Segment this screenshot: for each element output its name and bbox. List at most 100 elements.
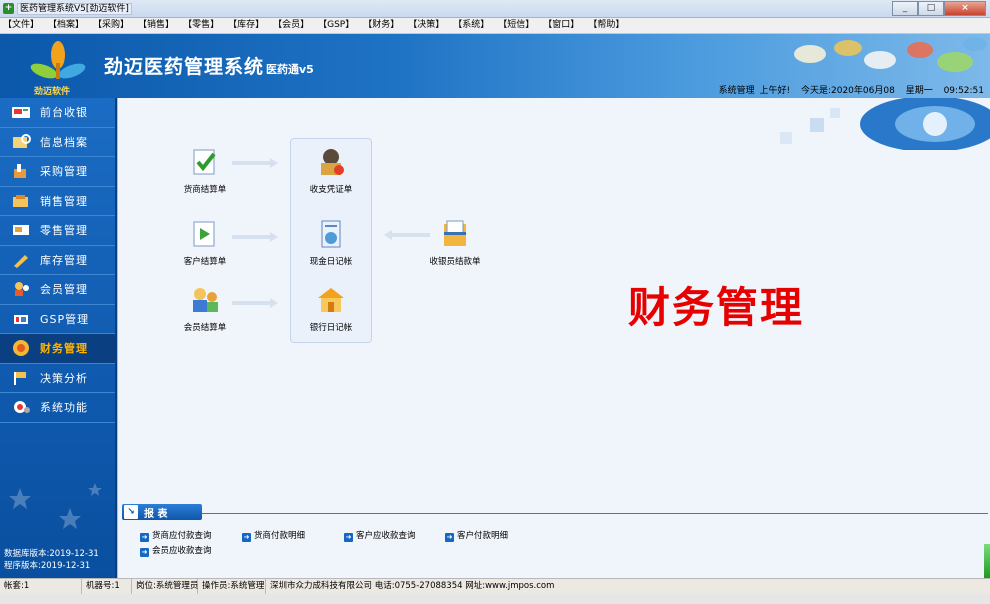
- pills-decoration: [794, 37, 987, 72]
- menu-system[interactable]: 【系统】: [453, 18, 489, 33]
- sidebar-item-label: 系统功能: [40, 401, 88, 415]
- sidebar-item-label: GSP管理: [40, 312, 90, 326]
- sidebar-item-label: 销售管理: [40, 194, 88, 208]
- flow-supplier-settlement[interactable]: 货商结算单: [160, 146, 250, 195]
- node-label: 现金日记帐: [309, 257, 353, 267]
- page-title: 财务管理: [628, 283, 805, 332]
- node-label: 收支凭证单: [309, 185, 353, 195]
- report-link-label: 客户付款明细: [457, 531, 509, 541]
- current-time: 09:52:51: [943, 86, 984, 96]
- menu-bar: 【文件】 【档案】 【采购】 【销售】 【零售】 【库存】 【会员】 【GSP】…: [0, 18, 990, 34]
- flow-member-settlement[interactable]: 会员结算单: [160, 284, 250, 333]
- inventory-icon: [10, 251, 32, 269]
- report-tab-label: 报 表: [144, 508, 168, 520]
- report-link-customer-payment-detail[interactable]: ➜ 客户付款明细: [445, 529, 508, 542]
- menu-gsp[interactable]: 【GSP】: [318, 18, 354, 33]
- report-link-label: 客户应收款查询: [356, 531, 416, 541]
- sidebar-item-label: 库存管理: [40, 253, 88, 267]
- menu-help[interactable]: 【帮助】: [588, 18, 624, 33]
- sidebar-item-label: 会员管理: [40, 283, 88, 297]
- sidebar-item-member[interactable]: 会员管理: [0, 275, 115, 305]
- menu-sms[interactable]: 【短信】: [498, 18, 534, 33]
- header-banner: 劲迈软件 劲迈医药管理系统 医药通v5 系统管理 上午好! 今天是:2020年06…: [0, 34, 990, 98]
- report-link-supplier-payable[interactable]: ➜ 货商应付款查询: [140, 529, 212, 542]
- report-link-member-receivable[interactable]: ➜ 会员应收款查询: [140, 544, 212, 557]
- sidebar-item-archive[interactable]: 信息档案: [0, 128, 115, 157]
- sidebar-item-purchase[interactable]: 采购管理: [0, 157, 115, 187]
- flow-voucher[interactable]: 收支凭证单: [286, 146, 376, 195]
- header-decoration: [750, 98, 990, 150]
- sidebar-item-inventory[interactable]: 库存管理: [0, 246, 115, 275]
- flow-cashier-settlement[interactable]: 收银员结款单: [410, 218, 500, 267]
- window-controls: _ □ ×: [892, 1, 986, 16]
- brand-name: 劲迈医药管理系统: [104, 56, 265, 78]
- current-weekday: 星期一: [905, 86, 933, 96]
- link-arrow-icon: ➜: [140, 533, 149, 542]
- current-user: 系统管理: [718, 86, 755, 96]
- member-settlement-icon: [193, 288, 218, 312]
- window-title: 医药管理系统V5[劲迈软件]: [17, 3, 132, 15]
- brand-title: 劲迈医药管理系统 医药通v5: [104, 52, 314, 79]
- flow-bank-journal[interactable]: 银行日记帐: [286, 284, 376, 333]
- sidebar-item-cashier[interactable]: 前台收银: [0, 98, 115, 128]
- report-link-customer-receivable[interactable]: ➜ 客户应收款查询: [344, 529, 416, 542]
- menu-sales[interactable]: 【销售】: [138, 18, 174, 33]
- sidebar-item-label: 前台收银: [40, 106, 88, 120]
- link-arrow-icon: ➜: [140, 548, 149, 557]
- sidebar-item-finance[interactable]: 财务管理: [0, 334, 115, 364]
- archive-icon: [10, 133, 32, 151]
- purchase-icon: [10, 162, 32, 180]
- flow-customer-settlement[interactable]: 客户结算单: [160, 218, 250, 267]
- status-company: 深圳市众力成科技有限公司 电话:0755-27088354 网址:www.jmp…: [270, 581, 555, 591]
- sidebar-item-sales[interactable]: 销售管理: [0, 187, 115, 216]
- menu-retail[interactable]: 【零售】: [183, 18, 219, 33]
- sidebar-item-label: 决策分析: [40, 371, 88, 385]
- menu-decision[interactable]: 【决策】: [408, 18, 444, 33]
- link-arrow-icon: ➜: [445, 533, 454, 542]
- sidebar-item-label: 采购管理: [40, 165, 88, 179]
- sidebar-item-system[interactable]: 系统功能: [0, 393, 115, 423]
- close-button[interactable]: ×: [944, 1, 986, 16]
- report-link-supplier-payment-detail[interactable]: ➜ 货商付款明细: [242, 529, 305, 542]
- header-status: 系统管理 上午好! 今天是:2020年06月08 星期一 09:52:51: [711, 83, 984, 96]
- sidebar-item-label: 信息档案: [40, 135, 88, 149]
- version-info: 数据库版本:2019-12-31 程序版本:2019-12-31: [4, 548, 99, 572]
- menu-archive[interactable]: 【档案】: [48, 18, 84, 33]
- title-bar: + 医药管理系统V5[劲迈软件] _ □ ×: [0, 0, 990, 18]
- gsp-icon: [10, 310, 32, 328]
- system-icon: [10, 398, 32, 416]
- maximize-button[interactable]: □: [918, 1, 944, 16]
- report-section-header: ↘ 报 表: [122, 504, 988, 520]
- brand-subtitle: 医药通v5: [266, 63, 314, 76]
- sidebar-item-retail[interactable]: 零售管理: [0, 216, 115, 246]
- node-label: 货商结算单: [183, 185, 227, 195]
- finance-icon: [10, 339, 32, 357]
- sidebar: 前台收银 信息档案 采购管理 销售管理 零售管理 库存管理 会员管理 GSP管理…: [0, 98, 117, 578]
- logo-caption: 劲迈软件: [34, 87, 71, 97]
- sidebar-item-label: 零售管理: [40, 224, 88, 238]
- arrow-down-right-icon: ↘: [124, 505, 138, 519]
- voucher-icon: [321, 149, 344, 175]
- customer-settlement-icon: [193, 221, 215, 247]
- menu-window[interactable]: 【窗口】: [543, 18, 579, 33]
- decision-icon: [10, 369, 32, 387]
- menu-member[interactable]: 【会员】: [273, 18, 309, 33]
- menu-finance[interactable]: 【财务】: [363, 18, 399, 33]
- menu-file[interactable]: 【文件】: [3, 18, 39, 33]
- link-arrow-icon: ➜: [344, 533, 353, 542]
- flow-cash-journal[interactable]: 现金日记帐: [286, 218, 376, 267]
- cash-journal-icon: [321, 220, 341, 248]
- minimize-button[interactable]: _: [892, 1, 918, 16]
- sidebar-item-gsp[interactable]: GSP管理: [0, 305, 115, 334]
- scroll-indicator[interactable]: [984, 544, 990, 578]
- node-label: 收银员结款单: [429, 257, 481, 267]
- sidebar-item-decision[interactable]: 决策分析: [0, 364, 115, 393]
- report-divider: [202, 513, 988, 514]
- status-machine: 机器号:1: [82, 579, 132, 594]
- node-label: 会员结算单: [183, 323, 227, 333]
- report-tab[interactable]: ↘ 报 表: [122, 504, 202, 520]
- retail-icon: [10, 221, 32, 239]
- menu-purchase[interactable]: 【采购】: [93, 18, 129, 33]
- menu-inventory[interactable]: 【库存】: [228, 18, 264, 33]
- app-version: 程序版本:2019-12-31: [4, 561, 91, 571]
